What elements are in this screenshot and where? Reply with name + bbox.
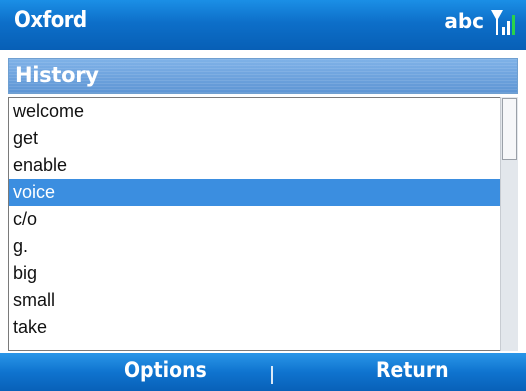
list-item[interactable]: c/o [9,206,501,233]
section-header: History [8,58,518,94]
softkey-bar: Options Return [0,353,526,391]
input-mode-indicator[interactable]: abc [444,9,484,33]
list-item-selected[interactable]: voice [9,179,501,206]
list-item[interactable]: welcome [9,98,501,125]
section-title: History [15,63,99,87]
title-bar: Oxford abc [0,0,526,50]
list-item[interactable]: big [9,260,501,287]
app-title: Oxford [14,8,87,33]
signal-strength-icon [491,10,515,35]
spacer [0,50,526,58]
scrollbar-thumb[interactable] [502,98,517,160]
list-item[interactable]: g. [9,233,501,260]
list-item[interactable]: small [9,287,501,314]
history-list-box[interactable]: welcome get enable voice c/o g. big small take [8,97,518,351]
scrollbar[interactable] [500,97,518,351]
list-item[interactable]: get [9,125,501,152]
list-item[interactable]: enable [9,152,501,179]
history-list[interactable]: welcome get enable voice c/o g. big small take [9,98,501,341]
softkey-divider [271,366,273,384]
return-softkey[interactable]: Return [376,358,449,382]
list-item[interactable]: take [9,314,501,341]
options-softkey[interactable]: Options [124,358,207,382]
